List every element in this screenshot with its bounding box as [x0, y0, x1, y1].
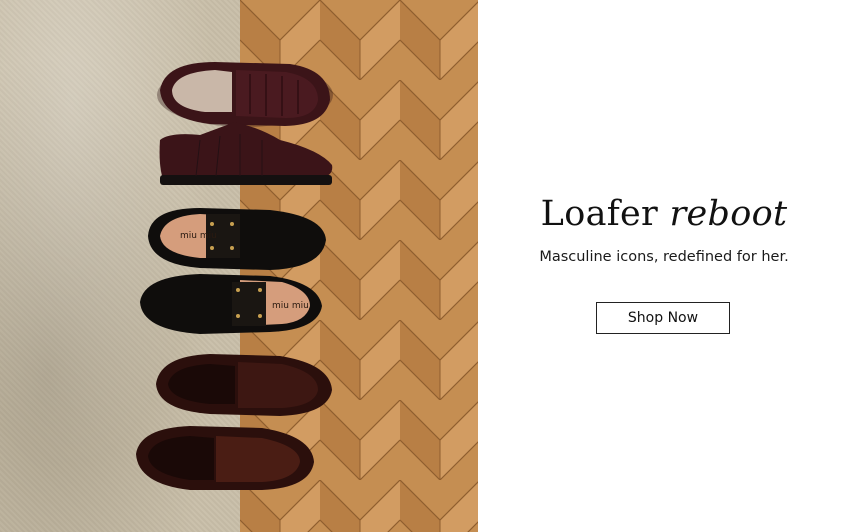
promo-banner: miu miu miu miu Loafer reboot Masculine …	[0, 0, 850, 532]
loafer-brown-2	[136, 426, 314, 490]
loafer-burgundy-top	[157, 62, 333, 127]
brand-mark-2: miu miu	[272, 301, 309, 311]
loafer-burgundy-side	[159, 122, 333, 185]
promo-content: Loafer reboot Masculine icons, redefined…	[478, 0, 850, 532]
brand-mark-1: miu miu	[180, 231, 217, 241]
promo-headline: Loafer reboot	[478, 194, 850, 234]
shop-now-button[interactable]: Shop Now	[596, 302, 730, 334]
headline-italic: reboot	[669, 194, 788, 234]
loafers-photo: miu miu miu miu	[136, 62, 333, 490]
derby-black-1: miu miu	[148, 208, 326, 270]
hero-image[interactable]: miu miu miu miu	[0, 0, 478, 532]
headline-plain: Loafer	[540, 194, 659, 234]
derby-black-2: miu miu	[140, 274, 322, 334]
promo-subtitle: Masculine icons, redefined for her.	[539, 249, 789, 265]
loafer-brown-1	[156, 354, 332, 416]
